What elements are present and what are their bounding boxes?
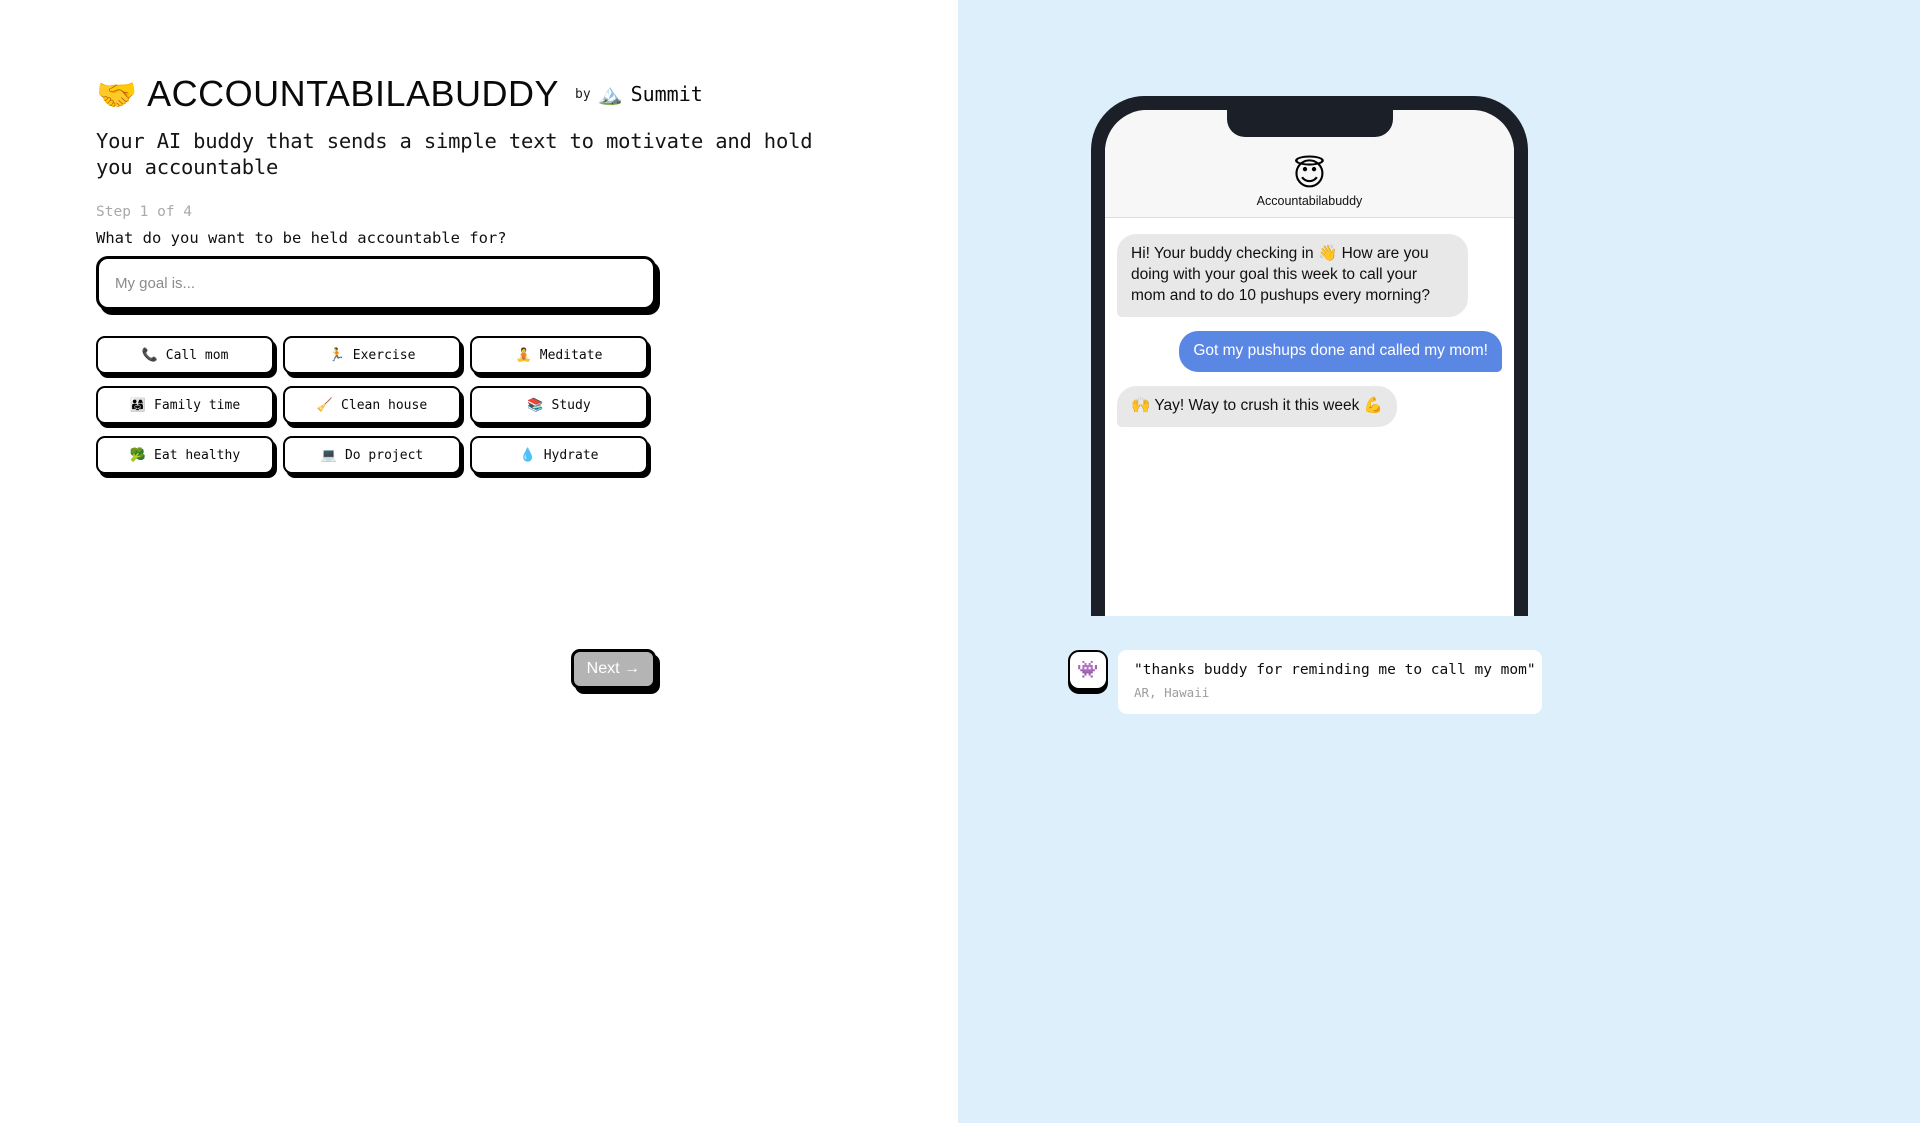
message-row: Hi! Your buddy checking in 👋 How are you… [1110,234,1502,317]
chip-label: Hydrate [543,447,599,463]
laptop-icon: 💻 [320,447,337,463]
books-icon: 📚 [527,397,544,413]
question-label: What do you want to be held accountable … [96,229,507,248]
message-bubble-incoming: Hi! Your buddy checking in 👋 How are you… [1110,234,1469,317]
testimonial-author: AR, Hawaii [1134,685,1210,700]
testimonial-card: "thanks buddy for reminding me to call m… [1118,650,1542,714]
message-list: Hi! Your buddy checking in 👋 How are you… [1105,218,1514,427]
chip-label: Call mom [165,347,229,363]
phone-mockup: 😇 Accountabilabuddy Hi! Your buddy check… [1091,96,1528,616]
brand-header: 🤝 ACCOUNTABILABUDDY by 🏔️ Summit [96,72,876,116]
handshake-icon: 🤝 [96,74,138,114]
tagline: Your AI buddy that sends a simple text t… [96,129,813,180]
broccoli-icon: 🥦 [129,447,147,463]
chip-label: Do project [344,447,424,463]
message-row: Got my pushups done and called my mom! [1117,330,1508,372]
chip-hydrate[interactable]: 💧 Hydrate [470,436,648,475]
chip-call-mom[interactable]: 📞 Call mom [96,336,274,375]
brand-partner-name: Summit [630,82,703,106]
phone-icon: 📞 [141,347,158,363]
broom-icon: 🧹 [316,397,334,413]
testimonial-quote: "thanks buddy for reminding me to call m… [1134,662,1536,678]
chip-label: Exercise [352,347,416,363]
chip-label: Study [551,397,591,413]
step-indicator: Step 1 of 4 [96,204,193,221]
chip-exercise[interactable]: 🏃 Exercise [283,336,461,375]
meditation-icon: 🧘 [515,347,532,363]
avatar: 👾 [1068,650,1108,690]
onboarding-panel: 🤝 ACCOUNTABILABUDDY by 🏔️ Summit Your AI… [0,0,958,1123]
droplet-icon: 💧 [519,447,536,463]
next-button[interactable]: Next → [570,649,656,690]
phone-screen: 😇 Accountabilabuddy Hi! Your buddy check… [1105,110,1514,616]
goal-input-wrapper [96,256,656,311]
buddy-avatar: 😇 [1292,155,1327,193]
brand-by-label: by [575,86,591,102]
mountain-icon: 🏔️ [597,82,623,106]
family-icon: 👨‍👩‍👧 [129,397,147,413]
message-bubble-outgoing: Got my pushups done and called my mom! [1179,330,1508,372]
preview-panel: 😇 Accountabilabuddy Hi! Your buddy check… [958,0,1920,1123]
message-row: 🙌 Yay! Way to crush it this week 💪 [1111,385,1502,427]
app-root: 🤝 ACCOUNTABILABUDDY by 🏔️ Summit Your AI… [0,0,1920,1123]
buddy-name: Accountabilabuddy [1256,194,1363,208]
chip-label: Family time [154,397,241,413]
chip-label: Clean house [341,397,428,413]
chip-do-project[interactable]: 💻 Do project [283,436,461,475]
chip-meditate[interactable]: 🧘 Meditate [470,336,648,375]
testimonial: 👾 "thanks buddy for reminding me to call… [1068,650,1542,714]
form-footer: Next → [96,649,656,690]
message-bubble-incoming: 🙌 Yay! Way to crush it this week 💪 [1111,385,1397,427]
suggestion-chips: 📞 Call mom 🏃 Exercise 🧘 Meditate 👨‍👩‍👧 F… [96,336,656,475]
chip-clean-house[interactable]: 🧹 Clean house [283,386,461,425]
page-title: ACCOUNTABILABUDDY [147,73,559,114]
chip-eat-healthy[interactable]: 🥦 Eat healthy [96,436,274,475]
phone-notch [1226,110,1393,137]
chip-study[interactable]: 📚 Study [470,386,648,425]
chip-family-time[interactable]: 👨‍👩‍👧 Family time [96,386,274,425]
onboarding-content: 🤝 ACCOUNTABILABUDDY by 🏔️ Summit Your AI… [96,72,876,690]
chip-label: Meditate [539,347,603,363]
chip-label: Eat healthy [154,447,241,463]
runner-icon: 🏃 [328,347,345,363]
goal-input[interactable] [96,256,656,311]
